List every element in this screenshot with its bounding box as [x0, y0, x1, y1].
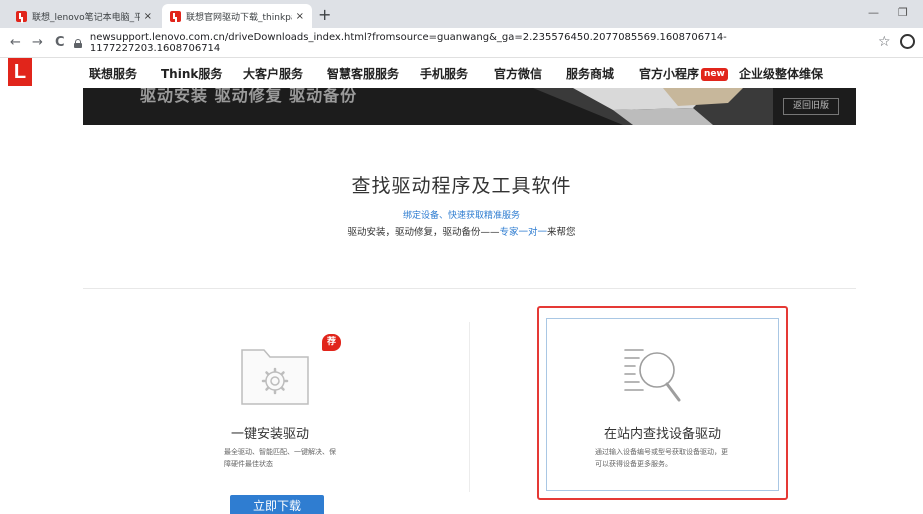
bind-device-link[interactable]: 绑定设备、快速获取精准服务 [0, 208, 923, 221]
reload-icon[interactable]: C [55, 35, 65, 50]
nav-item-enterprise-service[interactable]: 大客户服务 [243, 65, 303, 82]
site-navigation: L 联想服务 Think服务 大客户服务 智慧客服服务 手机服务 官方微信 服务… [0, 58, 923, 88]
forward-icon[interactable]: → [32, 35, 43, 50]
search-device-driver-title: 在站内查找设备驱动 [603, 427, 721, 442]
nav-item-phone-service[interactable]: 手机服务 [420, 65, 468, 82]
nav-item-mini-program[interactable]: 官方小程序 new [639, 65, 730, 82]
subtitle-suffix: 来帮您 [547, 227, 576, 238]
lock-icon[interactable] [74, 38, 82, 48]
browser-tab-lenovo-home[interactable]: 联想_lenovo笔记本电脑_平板电脑 × [8, 4, 160, 28]
nav-item-enterprise-maintenance[interactable]: 企业级整体维保 [739, 65, 823, 82]
address-bar[interactable]: newsupport.lenovo.com.cn/driveDownloads_… [74, 32, 844, 54]
expert-link[interactable]: 专家一对一 [499, 227, 547, 238]
hero-subtitle: 驱动安装，驱动修复，驱动备份——专家一对一来帮您 [0, 224, 923, 238]
banner-text: 驱动安装 驱动修复 驱动备份 [140, 88, 358, 105]
browser-tab-driver-download[interactable]: 联想官网驱动下载_thinkpad驱动 × [162, 4, 312, 28]
tab-close-icon[interactable]: × [296, 11, 304, 22]
subtitle-prefix: 驱动安装，驱动修复，驱动备份—— [347, 227, 500, 238]
folder-gear-icon [241, 349, 309, 405]
recommended-badge: 荐 [322, 334, 341, 351]
nav-item-think-service[interactable]: Think服务 [161, 65, 222, 82]
browser-tabbar: 联想_lenovo笔记本电脑_平板电脑 × 联想官网驱动下载_thinkpad驱… [0, 0, 923, 28]
profile-avatar-icon[interactable] [900, 34, 915, 49]
new-tab-button[interactable]: + [318, 5, 331, 24]
minimize-icon[interactable]: — [868, 6, 879, 19]
search-document-icon [624, 349, 681, 402]
bookmark-star-icon[interactable]: ☆ [878, 34, 891, 50]
url-text: newsupport.lenovo.com.cn/driveDownloads_… [89, 32, 727, 54]
one-click-install-title: 一键安装驱动 [230, 427, 309, 442]
tab-title: 联想_lenovo笔记本电脑_平板电脑 [32, 12, 140, 23]
section-divider [83, 288, 856, 289]
browser-toolbar: ← → C newsupport.lenovo.com.cn/driveDown… [0, 28, 923, 58]
lenovo-logo[interactable]: L [8, 58, 32, 86]
nav-item-label: 官方小程序 [639, 67, 700, 81]
card-divider [469, 322, 470, 492]
download-now-button[interactable]: 立即下载 [230, 495, 324, 514]
search-device-driver-description: 通过输入设备编号或型号获取设备驱动，更可以获得设备更多服务。 [595, 448, 728, 468]
nav-item-smart-support[interactable]: 智慧客服服务 [327, 65, 399, 82]
nav-item-lenovo-service[interactable]: 联想服务 [89, 65, 137, 82]
hero-banner: 驱动安装 驱动修复 驱动备份 返回旧版 [83, 88, 856, 125]
nav-item-service-mall[interactable]: 服务商城 [566, 65, 614, 82]
back-icon[interactable]: ← [10, 35, 21, 50]
page-title: 查找驱动程序及工具软件 [351, 175, 572, 197]
tab-title: 联想官网驱动下载_thinkpad驱动 [186, 12, 292, 23]
laptop-illustration [533, 88, 773, 125]
lenovo-favicon-icon [16, 10, 27, 22]
return-old-version-button[interactable]: 返回旧版 [783, 98, 839, 115]
lenovo-favicon-icon [170, 10, 181, 22]
nav-item-wechat[interactable]: 官方微信 [494, 65, 542, 82]
one-click-install-description: 最全驱动、智能匹配、一键解决、保障硬件最佳状态 [224, 448, 336, 468]
restore-window-icon[interactable]: ❐ [898, 6, 908, 19]
new-badge: new [701, 68, 728, 81]
tab-close-icon[interactable]: × [144, 11, 152, 22]
